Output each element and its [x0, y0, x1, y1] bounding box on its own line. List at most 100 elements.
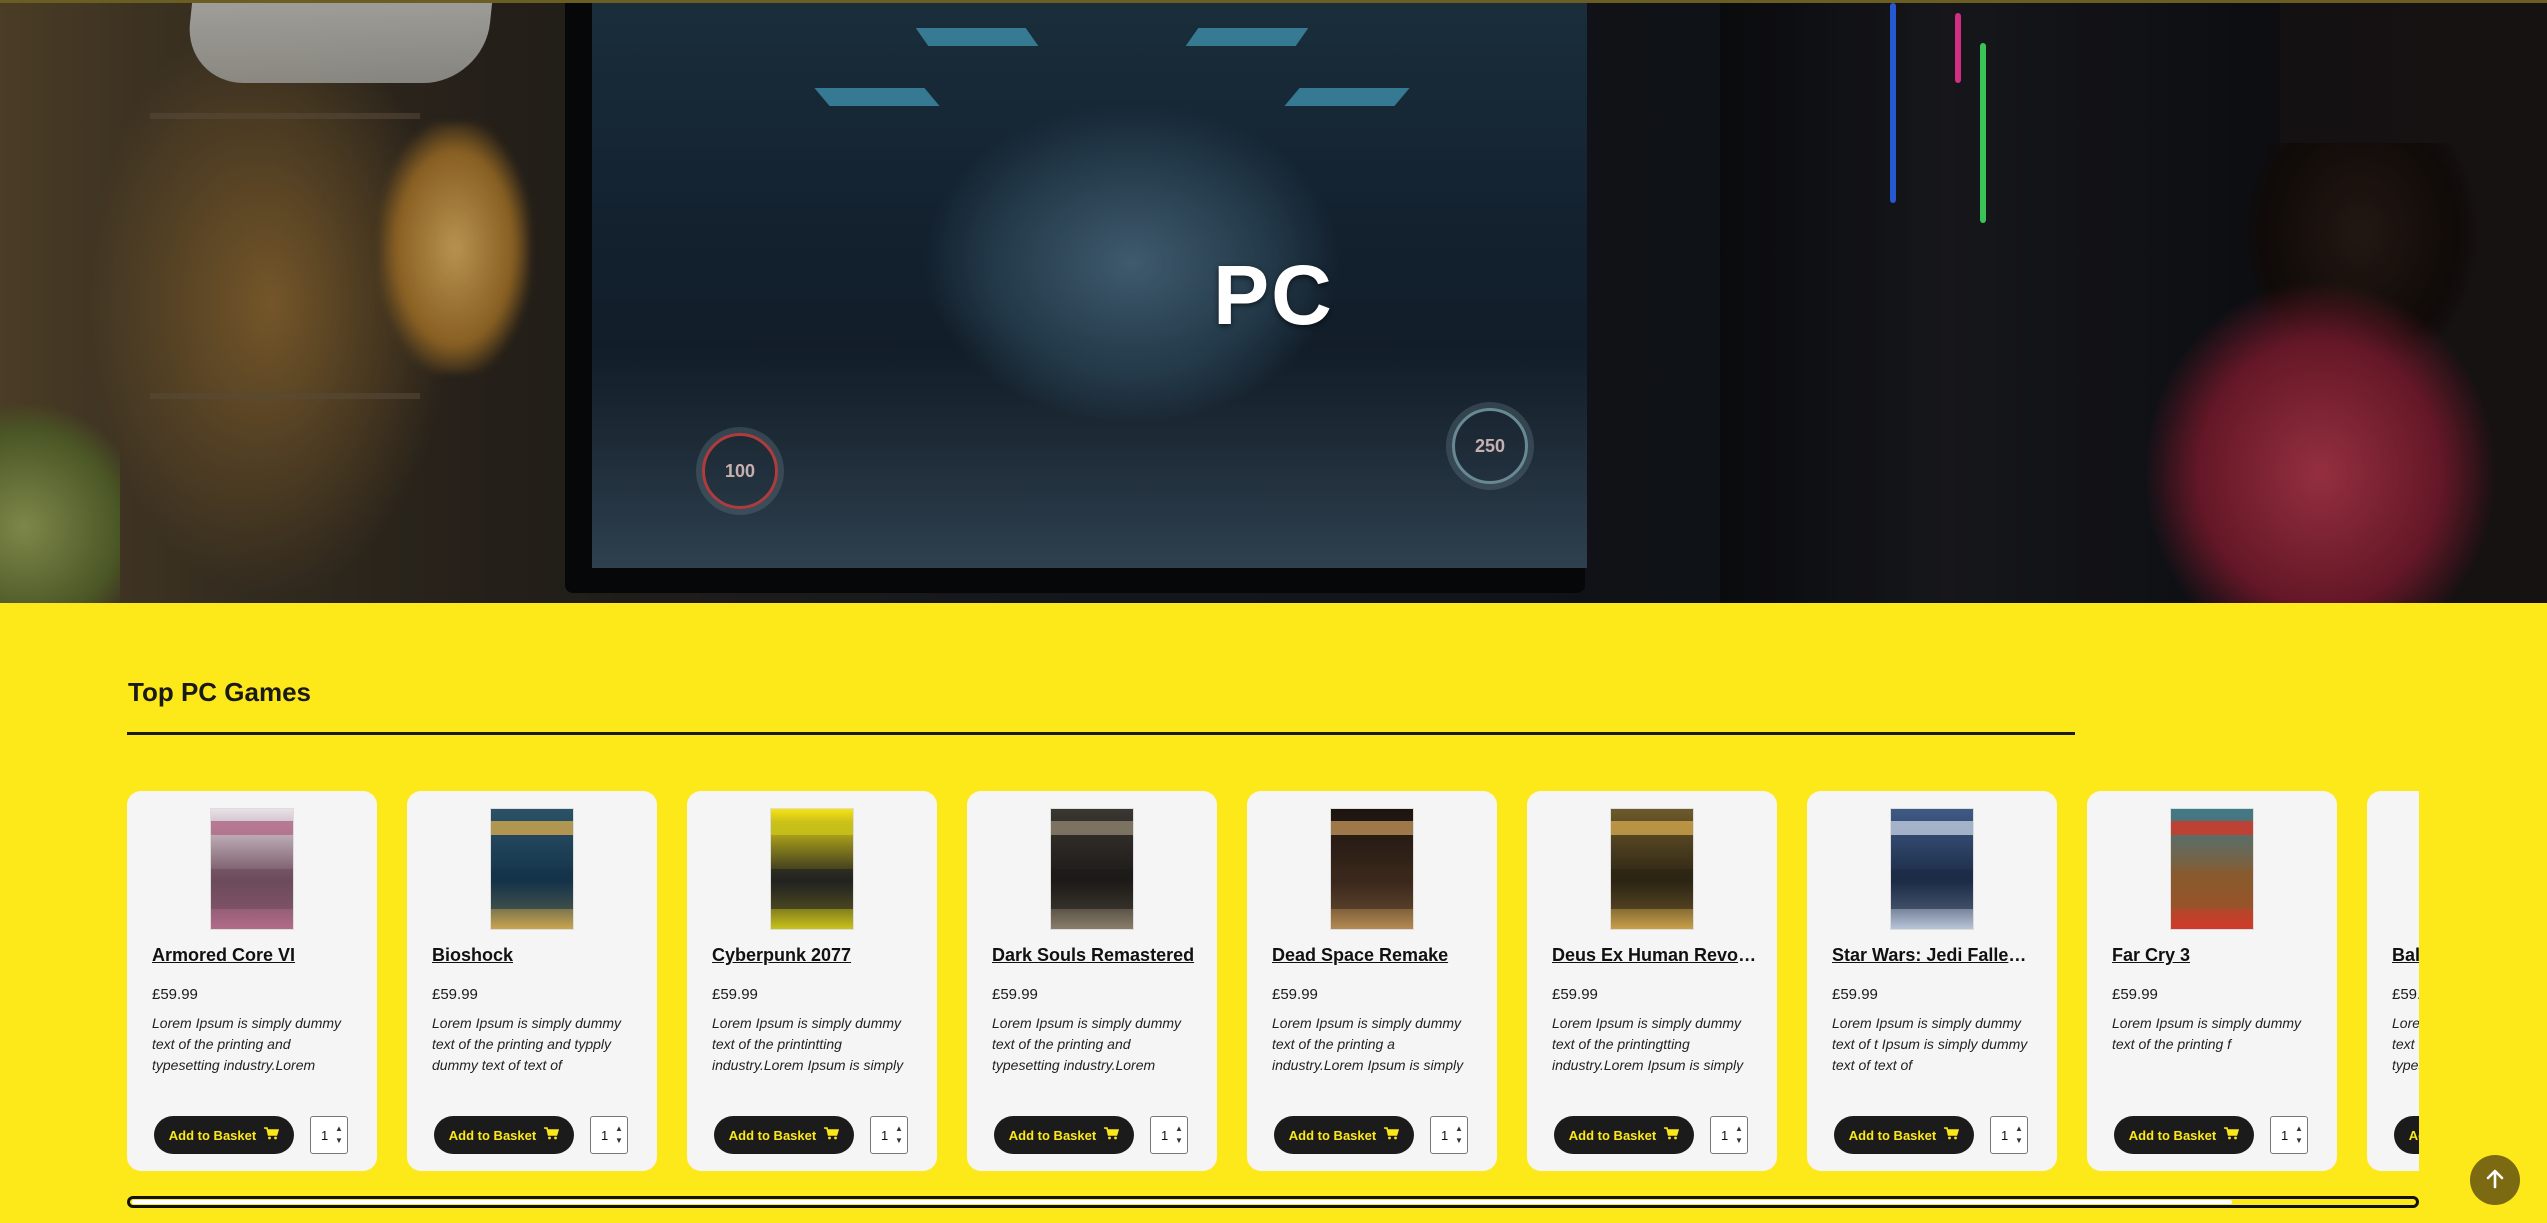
product-cover-image[interactable]: [1050, 808, 1134, 930]
product-cover-image[interactable]: [1610, 808, 1694, 930]
product-price: £59.99: [1272, 986, 1318, 1003]
add-to-basket-button[interactable]: Add to Basket: [154, 1116, 294, 1154]
chevron-up-icon[interactable]: ▲: [1455, 1123, 1463, 1135]
add-to-basket-label: Add to Basket: [1848, 1127, 1937, 1143]
carousel-scrollbar[interactable]: [127, 1196, 2419, 1208]
chevron-up-icon[interactable]: ▲: [2015, 1123, 2023, 1135]
quantity-stepper[interactable]: 1 ▲ ▼: [870, 1116, 908, 1154]
product-cover-image[interactable]: [490, 808, 574, 930]
product-title-link[interactable]: Armored Core VI: [152, 945, 357, 966]
cart-icon: [1384, 1127, 1400, 1143]
product-description: Lorem Ipsum is simply dummy text of the …: [2392, 1015, 2419, 1073]
add-to-basket-button[interactable]: Add to Basket: [1274, 1116, 1414, 1154]
quantity-stepper[interactable]: 1 ▲ ▼: [1150, 1116, 1188, 1154]
product-card[interactable]: Cyberpunk 2077 £59.99 Lorem Ipsum is sim…: [687, 791, 937, 1171]
product-card[interactable]: Armored Core VI £59.99 Lorem Ipsum is si…: [127, 791, 377, 1171]
stepper-arrows: ▲ ▼: [2293, 1123, 2305, 1147]
product-price: £59.99: [152, 986, 198, 1003]
chevron-down-icon[interactable]: ▼: [895, 1135, 903, 1147]
product-card[interactable]: Baldur's Gate 3 £59.99 Lorem Ipsum is si…: [2367, 791, 2419, 1171]
product-carousel[interactable]: Armored Core VI £59.99 Lorem Ipsum is si…: [127, 791, 2419, 1171]
hero-title: PC: [1213, 248, 1334, 342]
product-price: £59.99: [2392, 986, 2419, 1003]
add-to-basket-button[interactable]: Add to Basket: [1554, 1116, 1694, 1154]
product-title-link[interactable]: Baldur's Gate 3: [2392, 945, 2419, 966]
chevron-up-icon[interactable]: ▲: [615, 1123, 623, 1135]
section-divider: [127, 732, 2075, 735]
quantity-stepper[interactable]: 1 ▲ ▼: [310, 1116, 348, 1154]
product-card[interactable]: Bioshock £59.99 Lorem Ipsum is simply du…: [407, 791, 657, 1171]
add-to-basket-label: Add to Basket: [1288, 1127, 1377, 1143]
product-cover-image[interactable]: [1330, 808, 1414, 930]
stepper-arrows: ▲ ▼: [333, 1123, 345, 1147]
product-title-link[interactable]: Bioshock: [432, 945, 637, 966]
scrollbar-thumb[interactable]: [132, 1200, 2232, 1204]
product-card[interactable]: Deus Ex Human Revolution £59.99 Lorem Ip…: [1527, 791, 1777, 1171]
product-title-link[interactable]: Dead Space Remake: [1272, 945, 1477, 966]
chevron-down-icon[interactable]: ▼: [615, 1135, 623, 1147]
quantity-stepper[interactable]: 1 ▲ ▼: [590, 1116, 628, 1154]
chevron-up-icon[interactable]: ▲: [895, 1123, 903, 1135]
add-to-basket-button[interactable]: Add to Basket: [2114, 1116, 2254, 1154]
chevron-down-icon[interactable]: ▼: [335, 1135, 343, 1147]
product-description: Lorem Ipsum is simply dummy text of the …: [432, 1015, 622, 1073]
stepper-arrows: ▲ ▼: [1173, 1123, 1185, 1147]
quantity-value[interactable]: 1: [1991, 1128, 2013, 1143]
product-description: Lorem Ipsum is simply dummy text of t Ip…: [1832, 1015, 2028, 1073]
cart-icon: [544, 1127, 560, 1143]
stepper-arrows: ▲ ▼: [2013, 1123, 2025, 1147]
quantity-stepper[interactable]: 1 ▲ ▼: [1430, 1116, 1468, 1154]
product-description: Lorem Ipsum is simply dummy text of the …: [712, 1015, 904, 1073]
add-to-basket-button[interactable]: Add to Basket: [714, 1116, 854, 1154]
product-title-link[interactable]: Cyberpunk 2077: [712, 945, 917, 966]
product-card[interactable]: Far Cry 3 £59.99 Lorem Ipsum is simply d…: [2087, 791, 2337, 1171]
chevron-down-icon[interactable]: ▼: [2295, 1135, 2303, 1147]
chevron-down-icon[interactable]: ▼: [2015, 1135, 2023, 1147]
stepper-arrows: ▲ ▼: [893, 1123, 905, 1147]
add-to-basket-label: Add to Basket: [2408, 1127, 2419, 1143]
chevron-up-icon[interactable]: ▲: [1175, 1123, 1183, 1135]
product-price: £59.99: [712, 986, 758, 1003]
product-title-link[interactable]: Far Cry 3: [2112, 945, 2317, 966]
add-to-basket-label: Add to Basket: [1568, 1127, 1657, 1143]
chevron-up-icon[interactable]: ▲: [2295, 1123, 2303, 1135]
cart-icon: [824, 1127, 840, 1143]
quantity-value[interactable]: 1: [871, 1128, 893, 1143]
chevron-up-icon[interactable]: ▲: [335, 1123, 343, 1135]
product-description: Lorem Ipsum is simply dummy text of the …: [152, 1015, 342, 1073]
add-to-basket-button[interactable]: Add to Basket: [994, 1116, 1134, 1154]
product-description: Lorem Ipsum is simply dummy text of the …: [1552, 1015, 1744, 1073]
chevron-down-icon[interactable]: ▼: [1455, 1135, 1463, 1147]
product-title-link[interactable]: Star Wars: Jedi Fallen Order: [1832, 945, 2037, 966]
product-title-link[interactable]: Deus Ex Human Revolution: [1552, 945, 1757, 966]
product-cover-image[interactable]: [2170, 808, 2254, 930]
add-to-basket-button[interactable]: Add to Basket: [2394, 1116, 2419, 1154]
product-card[interactable]: Dead Space Remake £59.99 Lorem Ipsum is …: [1247, 791, 1497, 1171]
cart-icon: [1664, 1127, 1680, 1143]
back-to-top-button[interactable]: [2470, 1155, 2520, 1205]
quantity-value[interactable]: 1: [591, 1128, 613, 1143]
quantity-stepper[interactable]: 1 ▲ ▼: [2270, 1116, 2308, 1154]
chevron-down-icon[interactable]: ▼: [1175, 1135, 1183, 1147]
quantity-value[interactable]: 1: [2271, 1128, 2293, 1143]
chevron-down-icon[interactable]: ▼: [1735, 1135, 1743, 1147]
product-title-link[interactable]: Dark Souls Remastered: [992, 945, 1197, 966]
quantity-value[interactable]: 1: [311, 1128, 333, 1143]
quantity-stepper[interactable]: 1 ▲ ▼: [1990, 1116, 2028, 1154]
add-to-basket-label: Add to Basket: [168, 1127, 257, 1143]
product-card[interactable]: Dark Souls Remastered £59.99 Lorem Ipsum…: [967, 791, 1217, 1171]
add-to-basket-label: Add to Basket: [728, 1127, 817, 1143]
add-to-basket-button[interactable]: Add to Basket: [434, 1116, 574, 1154]
quantity-stepper[interactable]: 1 ▲ ▼: [1710, 1116, 1748, 1154]
product-cover-image[interactable]: [1890, 808, 1974, 930]
product-card[interactable]: Star Wars: Jedi Fallen Order £59.99 Lore…: [1807, 791, 2057, 1171]
product-cover-image[interactable]: [210, 808, 294, 930]
chevron-up-icon[interactable]: ▲: [1735, 1123, 1743, 1135]
add-to-basket-button[interactable]: Add to Basket: [1834, 1116, 1974, 1154]
product-cover-image[interactable]: [770, 808, 854, 930]
product-description: Lorem Ipsum is simply dummy text of the …: [992, 1015, 1182, 1073]
quantity-value[interactable]: 1: [1431, 1128, 1453, 1143]
quantity-value[interactable]: 1: [1151, 1128, 1173, 1143]
product-description: Lorem Ipsum is simply dummy text of the …: [1272, 1015, 1464, 1073]
quantity-value[interactable]: 1: [1711, 1128, 1733, 1143]
